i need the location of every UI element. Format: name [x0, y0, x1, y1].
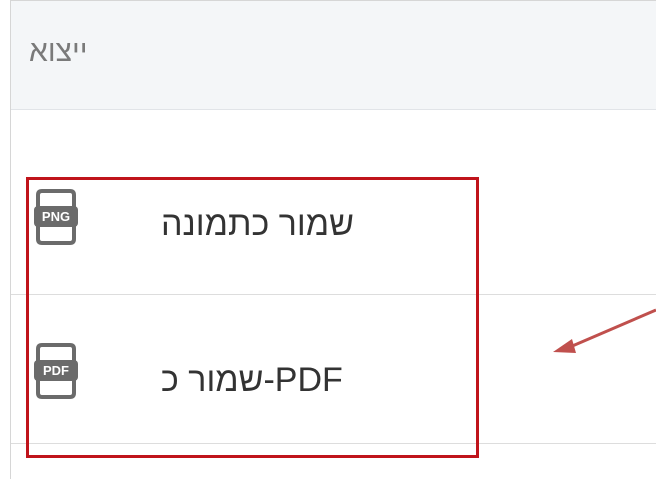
save-as-image-label: שמור כתמונה — [161, 205, 354, 243]
pdf-file-icon: PDF — [34, 343, 78, 399]
pdf-badge-text: PDF — [43, 363, 69, 378]
panel-header: ייצוא — [11, 1, 656, 110]
png-file-icon: PNG — [34, 189, 78, 245]
save-as-pdf-label: PDF-שמור כ — [161, 361, 343, 399]
panel-title: ייצוא — [29, 35, 88, 68]
save-as-image-menu-item[interactable]: PNG שמור כתמונה — [11, 161, 656, 295]
save-as-pdf-menu-item[interactable]: PDF PDF-שמור כ — [11, 295, 656, 444]
export-panel: ייצוא PNG שמור כתמונה PDF PDF-שמור כ — [10, 0, 656, 479]
png-badge-text: PNG — [42, 209, 70, 224]
